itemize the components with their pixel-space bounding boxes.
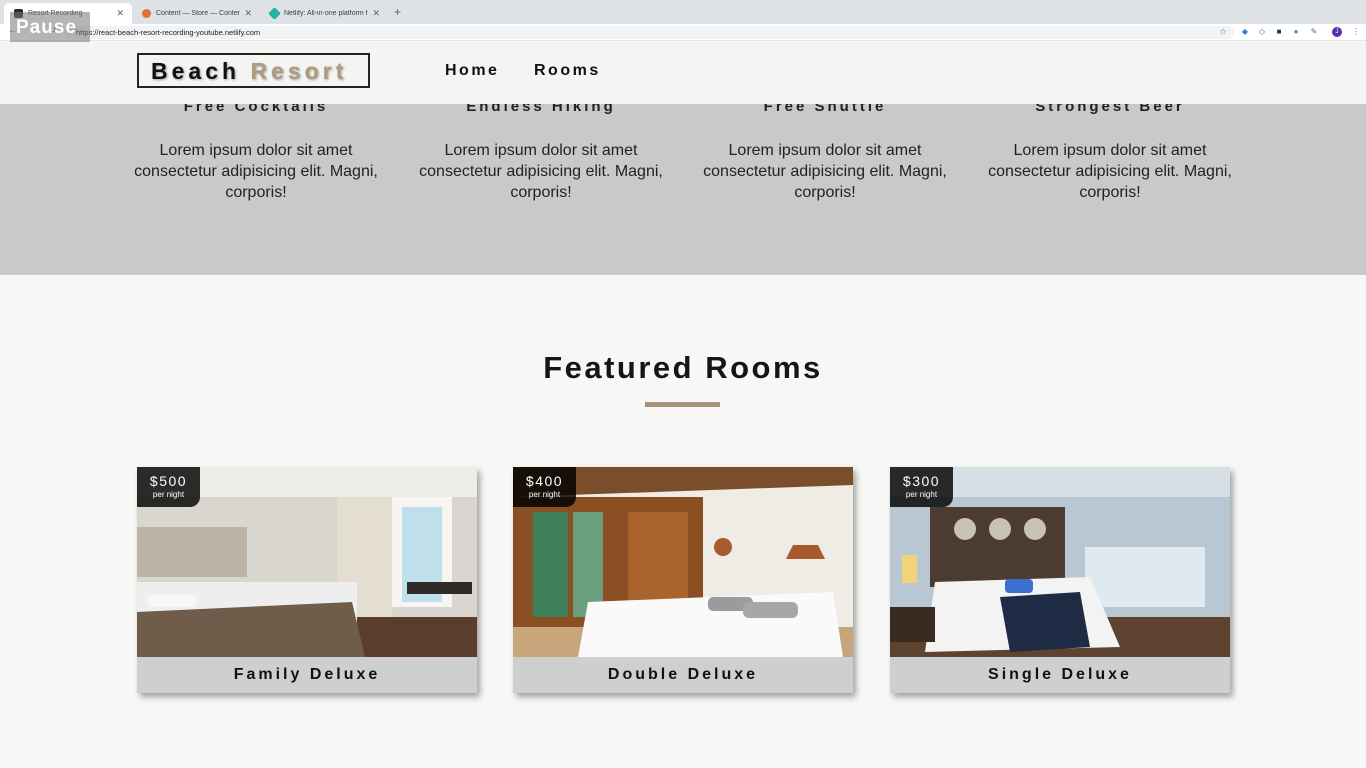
price-amount: $500 — [149, 473, 188, 489]
tab-contentful[interactable]: Content — Store — Contentful ✕ — [132, 3, 260, 24]
extension-icon[interactable]: ● — [1290, 26, 1302, 38]
service-title: Strongest Beer — [1035, 104, 1185, 114]
tab-title: Content — Store — Contentful — [156, 10, 241, 17]
service-item: Free Shuttle Lorem ipsum dolor sit amet … — [695, 104, 955, 203]
price-unit: per night — [905, 490, 938, 499]
service-text: Lorem ipsum dolor sit amet consectetur a… — [419, 142, 663, 201]
tab-title: Netlify: All-in-one platform for — [284, 10, 369, 17]
room-name: Double Deluxe — [513, 657, 853, 693]
room-name: Single Deluxe — [890, 657, 1230, 693]
browser-tab-bar: Resort Recording ✕ Content — Store — Con… — [0, 0, 1366, 24]
nav-link-home[interactable]: Home — [445, 62, 499, 80]
extension-icon[interactable]: ✎ — [1308, 26, 1320, 38]
profile-avatar-icon[interactable]: J — [1332, 27, 1342, 37]
service-item: Free Cocktails Lorem ipsum dolor sit ame… — [126, 104, 386, 203]
extension-icon[interactable]: ■ — [1273, 26, 1285, 38]
logo-word-resort: Resort — [250, 58, 348, 84]
room-card-double-deluxe[interactable]: $400 per night Double Deluxe — [513, 467, 853, 693]
room-image[interactable]: $500 per night — [137, 467, 477, 657]
site-navbar: Beach Resort Home Rooms — [0, 42, 1366, 104]
tab-netlify[interactable]: Netlify: All-in-one platform for ✕ — [260, 3, 388, 24]
room-card-single-deluxe[interactable]: $300 per night Single Deluxe — [890, 467, 1230, 693]
browser-toolbar: ← → ↻ https://react-beach-resort-recordi… — [0, 24, 1366, 41]
room-image[interactable]: $300 per night — [890, 467, 1230, 657]
bookmark-star-icon[interactable]: ☆ — [1217, 26, 1229, 38]
extension-iq-icon[interactable]: ◆ — [1239, 26, 1251, 38]
price-badge: $300 per night — [890, 467, 953, 507]
nav-link-rooms[interactable]: Rooms — [534, 62, 601, 80]
close-tab-icon[interactable]: ✕ — [244, 8, 252, 19]
close-tab-icon[interactable]: ✕ — [116, 8, 124, 19]
featured-rooms-title: Featured Rooms — [543, 350, 823, 385]
site-logo[interactable]: Beach Resort — [137, 53, 370, 88]
service-title: Free Cocktails — [183, 104, 329, 114]
menu-kebab-icon[interactable]: ⋮ — [1350, 26, 1362, 38]
price-unit: per night — [152, 490, 185, 499]
service-title: Free Shuttle — [763, 104, 887, 114]
room-name: Family Deluxe — [137, 657, 477, 693]
service-item: Strongest Beer Lorem ipsum dolor sit ame… — [980, 104, 1240, 203]
service-text: Lorem ipsum dolor sit amet consectetur a… — [703, 142, 947, 201]
service-title: Endless Hiking — [466, 104, 616, 114]
price-badge: $500 per night — [137, 467, 200, 507]
contentful-favicon-icon — [142, 9, 151, 18]
netlify-favicon-icon — [268, 7, 281, 20]
new-tab-icon[interactable]: + — [394, 5, 401, 19]
service-text: Lorem ipsum dolor sit amet consectetur a… — [988, 142, 1232, 201]
address-bar[interactable]: https://react-beach-resort-recording-you… — [64, 26, 1234, 39]
price-badge: $400 per night — [513, 467, 576, 507]
service-item: Endless Hiking Lorem ipsum dolor sit ame… — [411, 104, 671, 203]
extension-icon[interactable]: ◇ — [1256, 26, 1268, 38]
close-tab-icon[interactable]: ✕ — [372, 8, 380, 19]
price-amount: $400 — [525, 473, 564, 489]
services-section: Free Cocktails Lorem ipsum dolor sit ame… — [0, 104, 1366, 275]
room-image[interactable]: $400 per night — [513, 467, 853, 657]
title-underline — [645, 402, 720, 407]
price-unit: per night — [528, 490, 561, 499]
logo-word-beach: Beach — [151, 58, 241, 84]
service-text: Lorem ipsum dolor sit amet consectetur a… — [134, 142, 378, 201]
room-card-family-deluxe[interactable]: $500 per night Family Deluxe — [137, 467, 477, 693]
price-amount: $300 — [902, 473, 941, 489]
